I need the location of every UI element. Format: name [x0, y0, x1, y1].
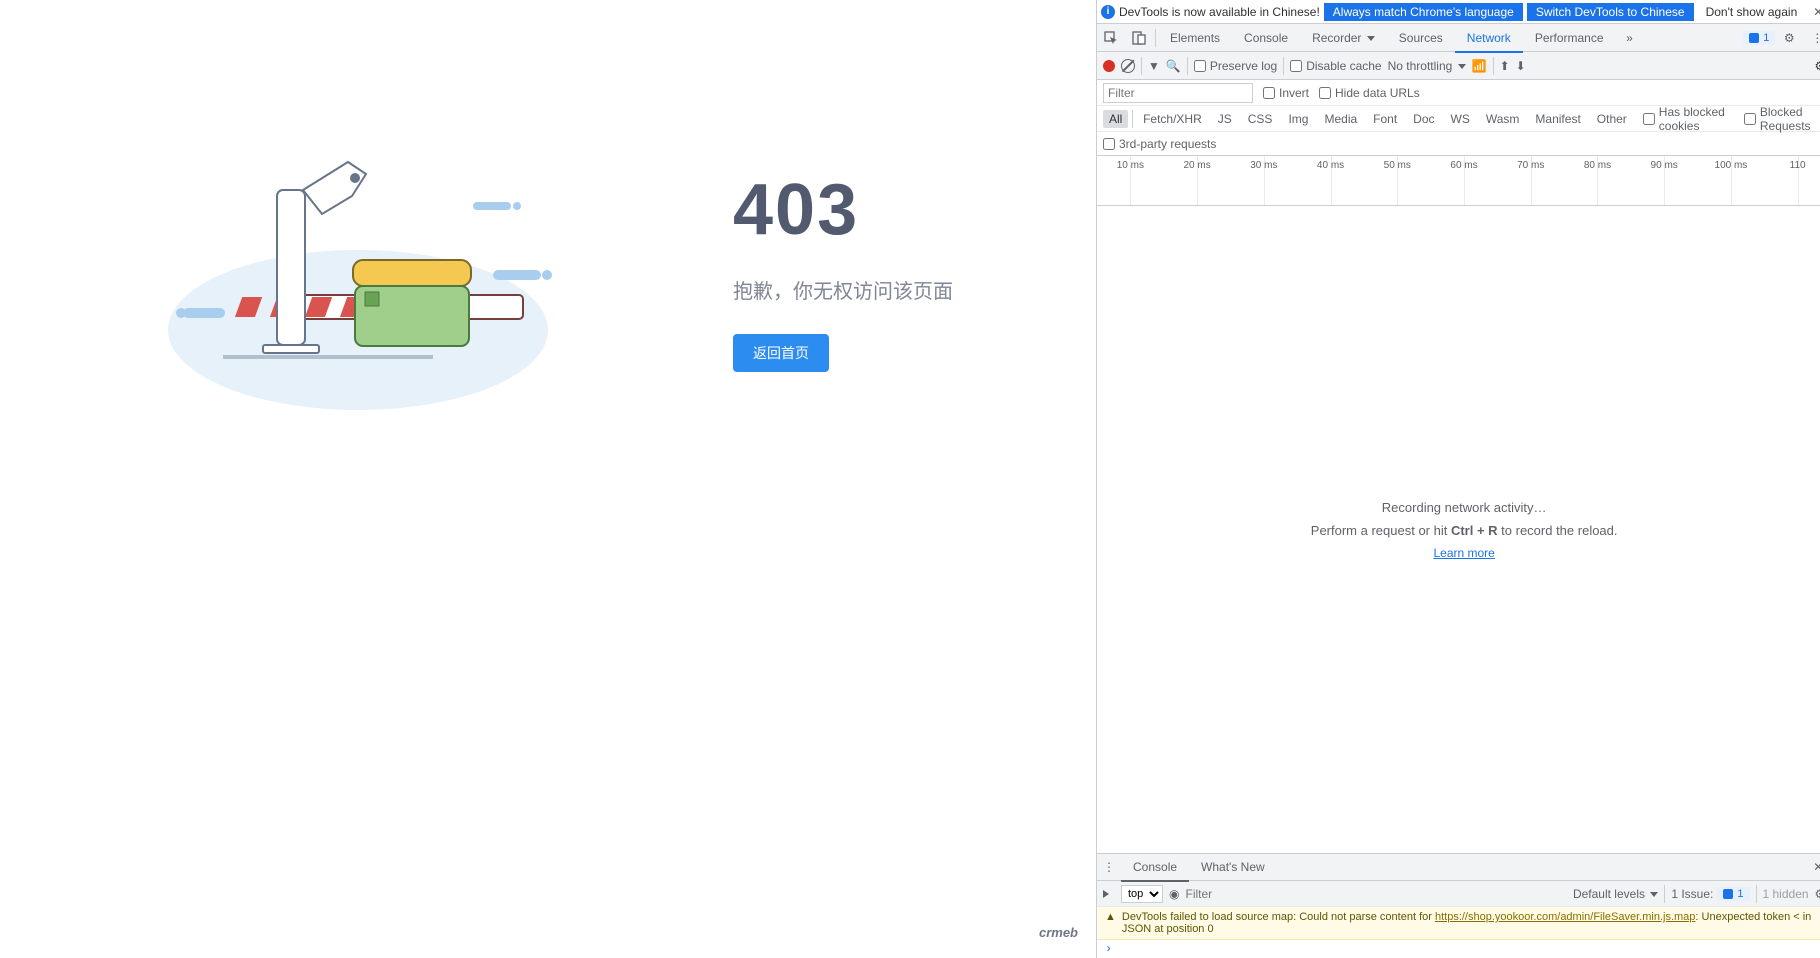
third-party-checkbox[interactable]: 3rd-party requests: [1103, 137, 1216, 151]
inspect-icon[interactable]: [1097, 24, 1125, 52]
timeline-tick: 50 ms: [1384, 160, 1411, 171]
timeline-tick: 10 ms: [1117, 160, 1144, 171]
search-icon[interactable]: 🔍: [1166, 59, 1181, 73]
timeline-tick: 60 ms: [1450, 160, 1477, 171]
warning-icon: ▲: [1105, 911, 1116, 923]
context-select[interactable]: top: [1121, 885, 1163, 903]
timeline-tick: 100 ms: [1715, 160, 1748, 171]
type-pill[interactable]: Img: [1282, 110, 1314, 128]
tab-recorder[interactable]: Recorder: [1300, 24, 1387, 52]
error-code: 403: [733, 169, 859, 251]
console-filter-input[interactable]: [1185, 887, 1566, 901]
issues-badge[interactable]: 1: [1743, 31, 1775, 45]
brand-logo: crmeb: [1039, 925, 1078, 940]
type-pill[interactable]: Media: [1318, 110, 1363, 128]
invert-checkbox[interactable]: Invert: [1263, 86, 1309, 100]
language-notice-bar: i DevTools is now available in Chinese! …: [1097, 0, 1820, 24]
eye-icon[interactable]: ◉: [1169, 887, 1179, 901]
console-prompt[interactable]: ›: [1097, 940, 1820, 958]
clear-icon[interactable]: [1121, 59, 1135, 73]
type-pill[interactable]: All: [1103, 110, 1128, 128]
error-illustration: [143, 130, 573, 410]
tab-console[interactable]: Console: [1232, 24, 1300, 52]
tab-elements[interactable]: Elements: [1158, 24, 1232, 52]
kebab-icon[interactable]: ⋮: [1803, 24, 1820, 52]
network-filter-row: Invert Hide data URLs: [1097, 80, 1820, 106]
hide-data-urls-checkbox[interactable]: Hide data URLs: [1319, 86, 1420, 100]
type-pill[interactable]: Manifest: [1529, 110, 1586, 128]
type-pill[interactable]: Wasm: [1480, 110, 1526, 128]
sourcemap-link[interactable]: https://shop.yookoor.com/admin/FileSaver…: [1435, 911, 1695, 923]
switch-chinese-button[interactable]: Switch DevTools to Chinese: [1527, 3, 1694, 21]
error-message: 抱歉，你无权访问该页面: [733, 275, 953, 304]
throttling-select[interactable]: No throttling: [1388, 59, 1466, 73]
type-pill[interactable]: CSS: [1242, 110, 1279, 128]
blocked-requests-checkbox[interactable]: Blocked Requests: [1744, 105, 1820, 133]
type-pill[interactable]: Doc: [1407, 110, 1440, 128]
wifi-icon[interactable]: 📶: [1472, 59, 1487, 73]
tab-performance[interactable]: Performance: [1523, 24, 1616, 52]
gear-icon[interactable]: ⚙: [1775, 24, 1803, 52]
recording-text: Recording network activity…: [1382, 500, 1547, 515]
drawer-menu-icon[interactable]: ⋮: [1097, 860, 1121, 874]
drawer-tab-console[interactable]: Console: [1121, 853, 1189, 881]
console-gear-icon[interactable]: ⚙: [1815, 887, 1820, 901]
record-icon[interactable]: [1103, 60, 1115, 72]
console-issues-link[interactable]: 1 Issue:1: [1671, 887, 1749, 901]
close-icon[interactable]: ✕: [1809, 5, 1820, 19]
console-sidebar-icon[interactable]: [1103, 890, 1109, 898]
devtools-main-tabs: Elements Console Recorder Sources Networ…: [1097, 24, 1820, 52]
log-levels-select[interactable]: Default levels: [1573, 887, 1658, 901]
download-har-icon[interactable]: ⬇: [1516, 59, 1526, 73]
console-toolbar: top ◉ Default levels 1 Issue:1 1 hidden …: [1097, 881, 1820, 907]
timeline-tick: 90 ms: [1651, 160, 1678, 171]
tab-sources[interactable]: Sources: [1387, 24, 1455, 52]
network-settings-icon[interactable]: ⚙: [1815, 59, 1820, 73]
language-notice-text: DevTools is now available in Chinese!: [1119, 5, 1320, 19]
timeline-tick: 80 ms: [1584, 160, 1611, 171]
drawer-tabs: ⋮ Console What's New ✕: [1097, 853, 1820, 881]
device-toggle-icon[interactable]: [1125, 24, 1153, 52]
close-drawer-icon[interactable]: ✕: [1805, 860, 1820, 874]
preserve-log-checkbox[interactable]: Preserve log: [1194, 59, 1277, 73]
hint-text: Perform a request or hit Ctrl + R to rec…: [1311, 523, 1618, 538]
network-timeline[interactable]: 10 ms 20 ms 30 ms 40 ms 50 ms 60 ms 70 ms 80 ms…: [1097, 156, 1820, 206]
error-page: 403 抱歉，你无权访问该页面 返回首页 crmeb: [0, 0, 1096, 958]
timeline-tick: 30 ms: [1250, 160, 1277, 171]
filter-icon[interactable]: ▼: [1148, 59, 1160, 73]
timeline-tick: 40 ms: [1317, 160, 1344, 171]
resource-type-filter: All Fetch/XHR JS CSS Img Media Font Doc …: [1097, 106, 1820, 132]
type-pill[interactable]: JS: [1212, 110, 1238, 128]
type-pill[interactable]: Other: [1591, 110, 1633, 128]
console-warning-message: ▲ DevTools failed to load source map: Co…: [1097, 907, 1820, 940]
type-pill[interactable]: WS: [1445, 110, 1476, 128]
network-filter-input[interactable]: [1103, 83, 1253, 103]
network-empty-state: Recording network activity… Perform a re…: [1097, 206, 1820, 853]
hidden-count: 1 hidden: [1763, 887, 1809, 901]
has-blocked-cookies-checkbox[interactable]: Has blocked cookies: [1643, 105, 1734, 133]
type-pill[interactable]: Font: [1367, 110, 1403, 128]
info-icon: i: [1101, 5, 1115, 19]
dont-show-again-button[interactable]: Don't show again: [1698, 4, 1806, 20]
more-tabs-icon[interactable]: »: [1616, 24, 1644, 52]
disable-cache-checkbox[interactable]: Disable cache: [1290, 59, 1381, 73]
drawer-tab-whatsnew[interactable]: What's New: [1189, 853, 1277, 881]
third-party-row: 3rd-party requests: [1097, 132, 1820, 156]
timeline-tick: 20 ms: [1183, 160, 1210, 171]
upload-har-icon[interactable]: ⬆: [1500, 59, 1510, 73]
learn-more-link[interactable]: Learn more: [1433, 546, 1494, 560]
type-pill[interactable]: Fetch/XHR: [1137, 110, 1208, 128]
devtools-panel: i DevTools is now available in Chinese! …: [1096, 0, 1820, 958]
tab-network[interactable]: Network: [1455, 24, 1523, 52]
back-home-button[interactable]: 返回首页: [733, 334, 829, 372]
network-toolbar: ▼ 🔍 Preserve log Disable cache No thrott…: [1097, 52, 1820, 80]
timeline-tick: 110: [1790, 160, 1806, 171]
timeline-tick: 70 ms: [1517, 160, 1544, 171]
match-language-button[interactable]: Always match Chrome's language: [1324, 3, 1523, 21]
